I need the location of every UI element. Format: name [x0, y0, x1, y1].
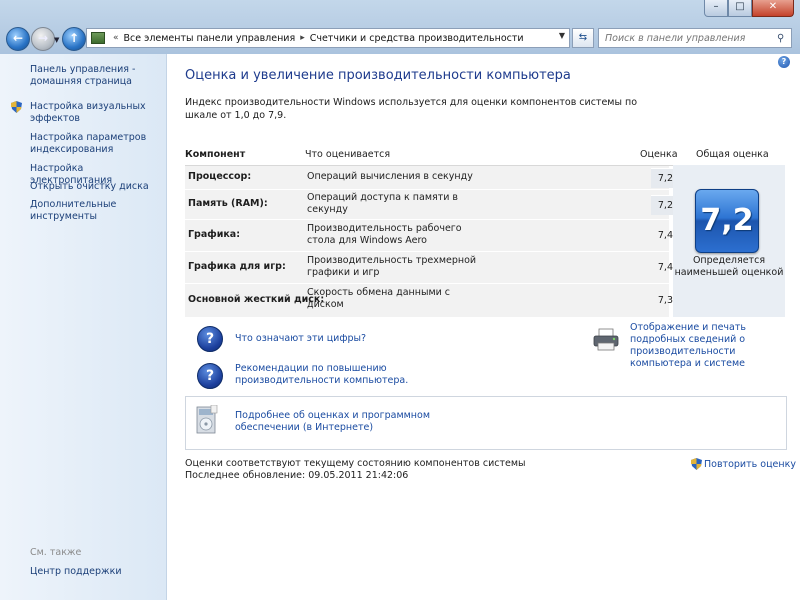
search-input[interactable] [599, 31, 777, 45]
what-numbers-mean-link[interactable]: Что означают эти цифры? [235, 333, 366, 345]
rerun-assessment-button[interactable]: Повторить оценку [691, 458, 796, 470]
breadcrumb-all-items[interactable]: Все элементы панели управления [124, 33, 296, 44]
sidebar-link-action-center[interactable]: Центр поддержки [30, 566, 160, 578]
control-panel-icon [91, 32, 105, 44]
online-info-box: Подробнее об оценках и программном обесп… [185, 396, 787, 450]
minimize-button[interactable]: – [704, 0, 728, 17]
arrow-left-icon: ← [12, 31, 24, 45]
component-description: Скорость обмена данными с диском [307, 287, 451, 310]
window: – □ ✕ ← → ↑ ▼ « Все элементы панели упра… [0, 0, 800, 600]
table-row: Основной жесткий диск: Скорость обмена д… [185, 284, 673, 317]
component-label: Основной жесткий диск: [188, 294, 325, 305]
left-pane: Панель управления - домашняя страница На… [0, 54, 167, 600]
component-description: Производительность трехмерной графики и … [307, 255, 477, 278]
sidebar-link-advanced-tools[interactable]: Дополнительные инструменты [30, 199, 160, 223]
component-score: 7,4 [657, 262, 673, 273]
back-button[interactable]: ← [6, 27, 30, 51]
online-info-link[interactable]: Подробнее об оценках и программном обесп… [235, 410, 435, 434]
sidebar-link-disk-cleanup[interactable]: Открыть очистку диска [30, 181, 160, 193]
component-score: 7,4 [657, 230, 673, 241]
table-row: Графика для игр: Производительность трех… [185, 252, 673, 283]
chevron-down-icon[interactable]: ▼ [559, 31, 565, 40]
breadcrumb-performance[interactable]: Счетчики и средства производительности [310, 33, 524, 44]
component-score: 7,2 [651, 195, 675, 215]
base-score-panel: 7,2 Определяется наименьшей оценкой [673, 165, 785, 317]
page-title: Оценка и увеличение производительности к… [185, 68, 571, 83]
arrow-up-icon: ↑ [68, 31, 80, 45]
sidebar-link-visual-effects[interactable]: Настройка визуальных эффектов [30, 101, 160, 125]
shield-icon [691, 458, 702, 470]
component-description: Производительность рабочего стола для Wi… [307, 223, 462, 246]
arrow-right-icon: → [37, 31, 49, 45]
last-update: Последнее обновление: 09.05.2011 21:42:0… [185, 470, 409, 481]
print-details-link[interactable]: Отображение и печать подробных сведений … [630, 322, 790, 370]
rerun-assessment-label: Повторить оценку [704, 458, 796, 470]
component-score: 7,2 [651, 168, 675, 188]
table-row: Процессор: Операций вычисления в секунду… [185, 166, 675, 189]
component-score: 7,3 [657, 295, 673, 306]
component-description: Операций доступа к памяти в секунду [307, 192, 459, 215]
status-line: Оценки соответствуют текущему состоянию … [185, 458, 526, 469]
see-also-heading: См. также [30, 547, 82, 558]
software-box-icon [196, 405, 218, 434]
header-what: Что оценивается [305, 149, 391, 160]
component-label: Память (RAM): [188, 198, 268, 209]
page-description: Индекс производительности Windows исполь… [185, 97, 638, 121]
component-label: Графика для игр: [188, 261, 286, 272]
base-score-caption: Определяется наименьшей оценкой [674, 255, 784, 278]
help-question-icon[interactable]: ? [197, 363, 223, 389]
forward-button[interactable]: → [31, 27, 55, 51]
chevron-left-double-icon[interactable]: « [113, 33, 119, 43]
window-controls: – □ ✕ [704, 0, 794, 18]
navigation-bar: ← → ↑ ▼ « Все элементы панели управления… [0, 24, 800, 52]
shield-icon [11, 101, 22, 113]
status-text: Оценки соответствуют текущему состоянию … [185, 458, 526, 482]
sidebar-link-home[interactable]: Панель управления - домашняя страница [30, 64, 160, 88]
chevron-right-icon[interactable]: ▸ [300, 33, 305, 43]
refresh-button[interactable]: ⇆ [572, 28, 594, 48]
help-question-icon[interactable]: ? [197, 326, 223, 352]
table-row: Память (RAM): Операций доступа к памяти … [185, 190, 675, 219]
component-label: Графика: [188, 229, 241, 240]
address-bar[interactable]: « Все элементы панели управления ▸ Счетч… [86, 28, 570, 48]
search-icon[interactable]: ⚲ [777, 33, 784, 44]
table-row: Графика: Производительность рабочего сто… [185, 220, 673, 251]
component-description: Операций вычисления в секунду [307, 171, 473, 182]
base-score-badge: 7,2 [695, 189, 759, 253]
performance-tips-link[interactable]: Рекомендации по повышению производительн… [235, 363, 425, 387]
component-label: Процессор: [188, 171, 252, 182]
sidebar-link-indexing[interactable]: Настройка параметров индексирования [30, 132, 160, 156]
header-base: Общая оценка [696, 149, 769, 160]
up-button[interactable]: ↑ [62, 27, 86, 51]
main-content: ? Оценка и увеличение производительности… [167, 54, 800, 600]
header-score: Оценка [640, 149, 678, 160]
close-button[interactable]: ✕ [752, 0, 794, 17]
recent-pages-dropdown-icon[interactable]: ▼ [54, 36, 59, 44]
header-component: Компонент [185, 149, 246, 160]
maximize-button[interactable]: □ [728, 0, 752, 17]
refresh-icon: ⇆ [578, 32, 588, 43]
help-icon[interactable]: ? [778, 56, 790, 68]
search-box[interactable]: ⚲ [598, 28, 792, 48]
printer-icon[interactable] [592, 328, 620, 352]
